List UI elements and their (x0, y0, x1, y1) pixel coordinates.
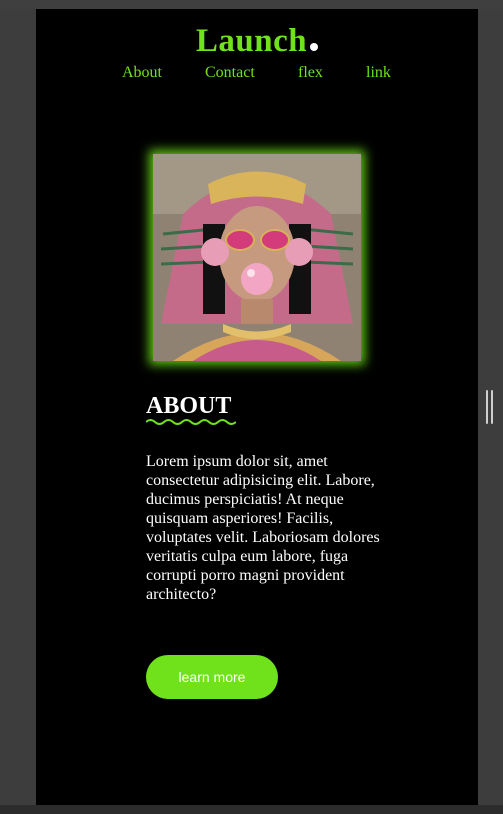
hero-portrait-image (153, 154, 361, 361)
nav-link-about[interactable]: About (122, 64, 162, 82)
portrait-illustration (153, 154, 361, 361)
main-nav: About Contact flex link (36, 64, 478, 86)
nav-link-flex[interactable]: flex (298, 64, 323, 82)
bottom-strip (0, 805, 503, 814)
nav-link-contact[interactable]: Contact (205, 64, 255, 82)
learn-more-button[interactable]: learn more (146, 655, 278, 699)
about-text: Lorem ipsum dolor sit, amet consectetur … (146, 453, 380, 603)
resize-handle[interactable] (484, 390, 494, 424)
nav-link-link[interactable]: link (366, 64, 391, 82)
logo-text: Launch (195, 23, 308, 59)
squiggle-underline-icon (146, 419, 236, 425)
logo-dot-icon (310, 43, 319, 51)
page-viewport: Launch About Contact flex link ABOUT Lor… (36, 9, 478, 805)
site-logo[interactable]: Launch (36, 23, 478, 60)
about-heading: ABOUT (146, 393, 232, 419)
browser-top-strip (0, 0, 503, 9)
left-gutter (0, 9, 36, 805)
